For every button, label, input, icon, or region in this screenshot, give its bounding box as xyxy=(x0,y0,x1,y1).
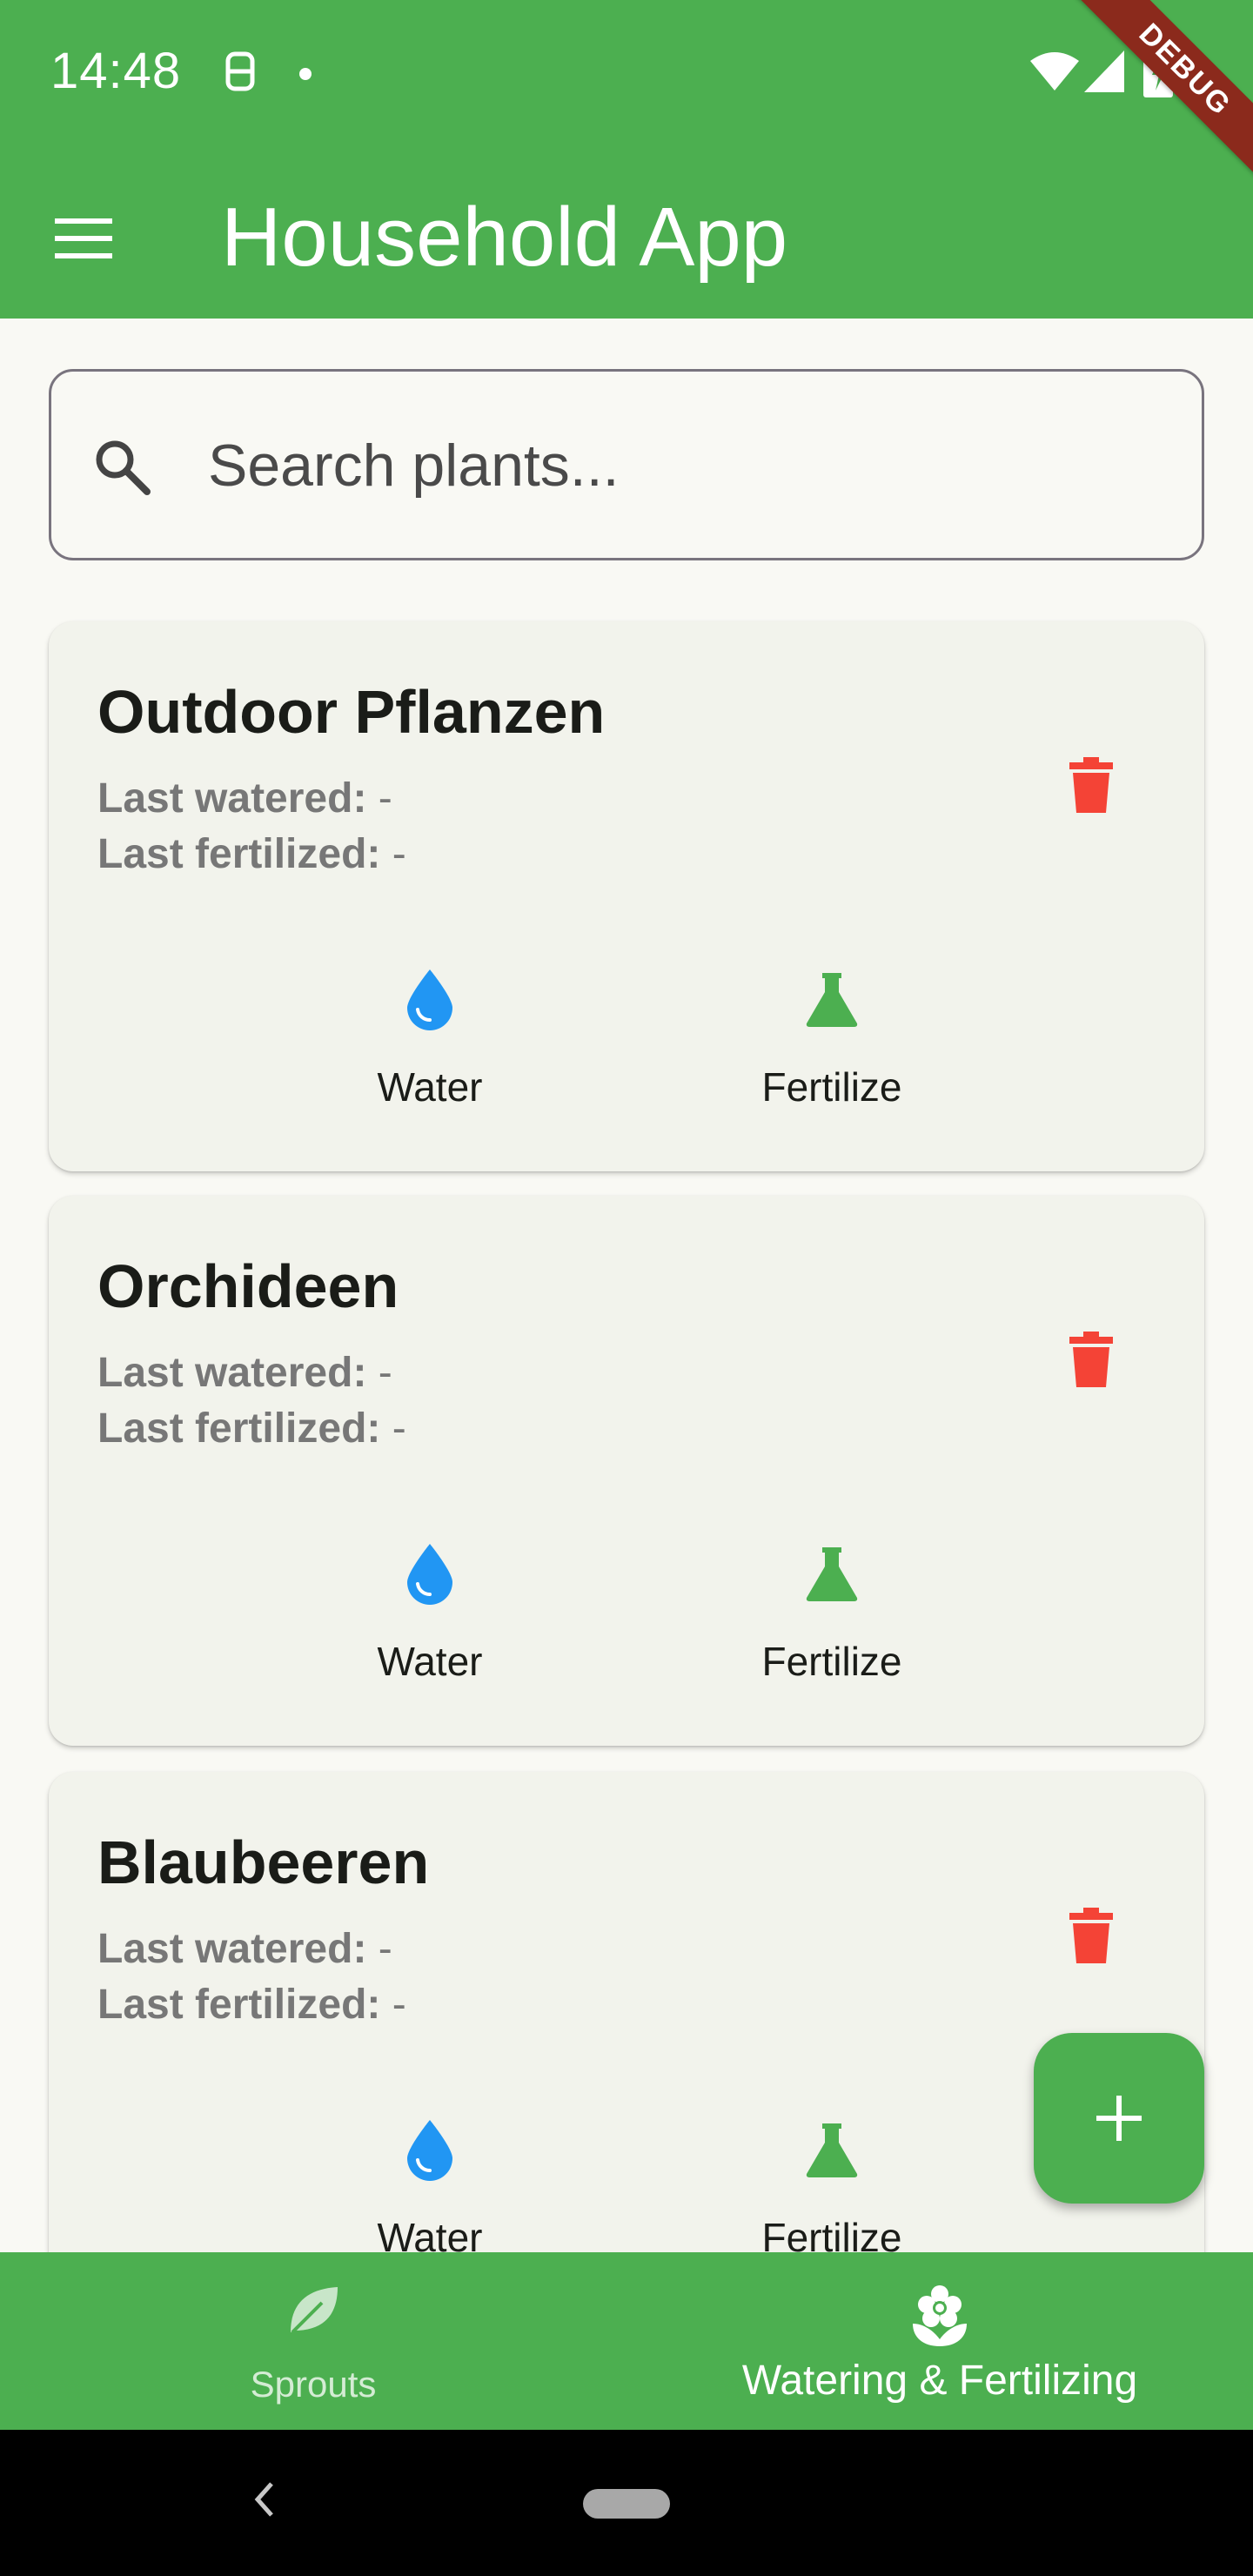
add-plant-button[interactable] xyxy=(1034,2033,1204,2204)
plant-name: Blaubeeren xyxy=(97,1828,430,1896)
delete-button[interactable] xyxy=(1049,1318,1133,1401)
last-fertilized-label: Last fertilized: xyxy=(97,1982,381,2028)
menu-button[interactable] xyxy=(42,197,125,280)
nav-label-watering-fertilizing: Watering & Fertilizing xyxy=(741,2358,1138,2404)
home-pill[interactable] xyxy=(583,2489,670,2519)
notification-dot-icon xyxy=(299,68,312,80)
plant-name: Outdoor Pflanzen xyxy=(97,678,606,746)
plus-icon xyxy=(1096,2096,1142,2141)
page-title: Household App xyxy=(221,191,788,284)
trash-icon xyxy=(1069,757,1113,813)
last-fertilized: Last fertilized: - xyxy=(97,1981,406,2029)
nav-label-sprouts: Sprouts xyxy=(250,2364,377,2405)
delete-button[interactable] xyxy=(1049,743,1133,827)
last-fertilized-label: Last fertilized: xyxy=(97,831,381,877)
water-drop-icon xyxy=(407,1544,452,1605)
last-watered: Last watered: - xyxy=(97,1925,392,1973)
water-drop-icon xyxy=(407,2120,452,2181)
last-watered-label: Last watered: xyxy=(97,1350,367,1396)
last-fertilized-value: - xyxy=(380,1982,406,2028)
system-navigation-bar xyxy=(0,2430,1253,2576)
last-watered-label: Last watered: xyxy=(97,775,367,822)
wifi-icon xyxy=(1030,52,1079,91)
fertilize-button[interactable]: Fertilize xyxy=(701,961,962,1110)
search-icon xyxy=(96,440,151,495)
bottom-navigation: Sprouts Watering & Fertilizing xyxy=(0,2252,1253,2430)
last-watered-label: Last watered: xyxy=(97,1926,367,1972)
plant-card: Outdoor Pflanzen Last watered: - Last fe… xyxy=(49,621,1204,1171)
last-fertilized: Last fertilized: - xyxy=(97,1405,406,1452)
last-fertilized-value: - xyxy=(380,1405,406,1452)
back-icon[interactable] xyxy=(252,2480,277,2519)
delete-button[interactable] xyxy=(1049,1894,1133,1977)
last-fertilized-label: Last fertilized: xyxy=(97,1405,381,1452)
plant-card: Orchideen Last watered: - Last fertilize… xyxy=(49,1196,1204,1746)
app-bar: Household App xyxy=(0,148,1253,319)
trash-icon xyxy=(1069,1908,1113,1963)
trash-icon xyxy=(1069,1332,1113,1387)
last-watered: Last watered: - xyxy=(97,775,392,822)
search-input[interactable] xyxy=(208,415,1165,516)
last-watered: Last watered: - xyxy=(97,1349,392,1397)
status-bar: 14:48 xyxy=(0,0,1253,148)
water-label: Water xyxy=(377,1064,483,1110)
flask-icon xyxy=(806,2123,858,2177)
fertilize-label: Fertilize xyxy=(761,1639,902,1684)
water-label: Water xyxy=(377,1639,483,1684)
fertilize-button[interactable]: Fertilize xyxy=(701,2111,962,2261)
nav-item-sprouts[interactable]: Sprouts xyxy=(0,2252,626,2430)
fertilize-button[interactable]: Fertilize xyxy=(701,1535,962,1685)
leaf-icon xyxy=(291,2287,338,2334)
search-field[interactable] xyxy=(49,369,1204,560)
last-watered-value: - xyxy=(366,1350,392,1396)
flask-icon xyxy=(806,1547,858,1601)
last-fertilized: Last fertilized: - xyxy=(97,830,406,878)
plant-name: Orchideen xyxy=(97,1252,399,1320)
flower-icon xyxy=(913,2285,967,2346)
water-button[interactable]: Water xyxy=(299,961,560,1110)
status-time: 14:48 xyxy=(50,43,182,99)
plant-card: Blaubeeren Last watered: - Last fertiliz… xyxy=(49,1772,1204,2322)
nav-item-watering-fertilizing[interactable]: Watering & Fertilizing xyxy=(626,2252,1253,2430)
fertilize-label: Fertilize xyxy=(761,1064,902,1110)
signal-icon xyxy=(1084,50,1124,92)
menu-icon xyxy=(55,218,112,258)
last-watered-value: - xyxy=(366,1926,392,1972)
sim-icon xyxy=(225,51,255,91)
flask-icon xyxy=(806,973,858,1027)
last-watered-value: - xyxy=(366,775,392,822)
water-button[interactable]: Water xyxy=(299,1535,560,1685)
water-drop-icon xyxy=(407,969,452,1030)
last-fertilized-value: - xyxy=(380,831,406,877)
water-button[interactable]: Water xyxy=(299,2111,560,2261)
